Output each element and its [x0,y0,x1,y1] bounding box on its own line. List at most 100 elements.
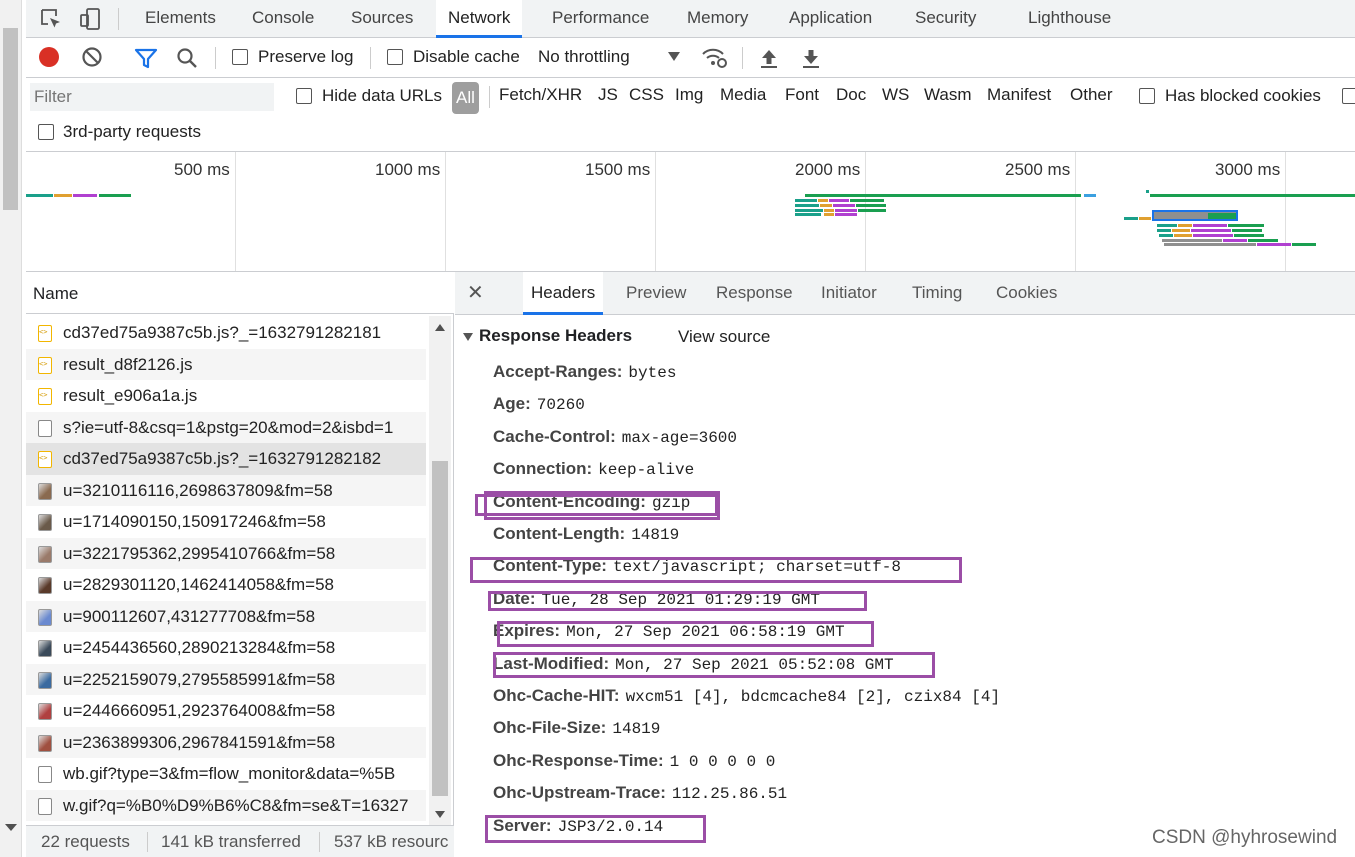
request-row[interactable]: cd37ed75a9387c5b.js?_=1632791282181 [26,317,426,349]
device-toolbar-icon[interactable] [78,6,104,32]
request-row[interactable]: s?ie=utf-8&csq=1&pstg=20&mod=2&isbd=1 [26,411,426,443]
request-row[interactable]: u=2454436560,2890213284&fm=58 [26,632,426,664]
request-row[interactable]: u=900112607,431277708&fm=58 [26,600,426,632]
filter-type-other[interactable]: Other [1070,85,1113,105]
page-scrollbar-thumb[interactable] [3,28,18,210]
scroll-up-arrow[interactable] [435,324,445,331]
request-row[interactable]: wb.gif?type=3&fm=flow_monitor&data=%5B [26,758,426,790]
close-icon[interactable]: ✕ [467,280,484,305]
response-header-row: Accept-Ranges: bytes [493,362,676,394]
request-row[interactable]: w.gif?q=%B0%D9%B6%C8&fm=se&T=16327 [26,789,426,821]
script-file-icon [38,356,52,374]
search-icon[interactable] [176,47,198,69]
header-name: Cache-Control: [493,426,616,446]
script-file-icon [38,388,52,405]
tab-application[interactable]: Application [777,0,884,38]
tab-performance[interactable]: Performance [540,0,661,38]
tick-label: 3000 ms [1215,160,1281,179]
filter-icon[interactable] [134,47,158,69]
hide-data-urls-checkbox[interactable] [296,88,312,104]
filter-type-css[interactable]: CSS [629,85,664,105]
highlight-annotation-box [475,494,718,516]
has-blocked-cookies-checkbox[interactable] [1139,88,1155,104]
header-value: 14819 [612,720,661,739]
request-row[interactable]: u=3210116116,2698637809&fm=58 [26,474,426,506]
tab-network[interactable]: Network [436,0,523,38]
filter-type-font[interactable]: Font [785,85,819,105]
request-row[interactable]: u=3221795362,2995410766&fm=58 [26,537,426,569]
tab-security[interactable]: Security [903,0,988,38]
request-name: u=1714090150,150917246&fm=58 [63,512,326,531]
watermark: CSDN @hyhrosewind [1152,827,1338,848]
request-row[interactable]: result_d8f2126.js [26,348,426,380]
document-file-icon [38,419,52,437]
tab-console[interactable]: Console [240,0,326,38]
tick-label: 1000 ms [375,160,441,179]
filter-type-manifest[interactable]: Manifest [987,85,1051,105]
response-header-row: Content-Length: 14819 [493,524,679,556]
preserve-log-label[interactable]: Preserve log [258,47,353,67]
request-list-scrollbar[interactable] [429,316,451,826]
header-value: max-age=3600 [621,428,737,447]
network-overview-timeline[interactable]: 500 ms 1000 ms 1500 ms 2000 ms 2500 ms 3… [26,152,1355,272]
header-name: Connection: [493,459,593,479]
scroll-down-arrow[interactable] [435,811,445,818]
filter-type-img[interactable]: Img [675,85,703,105]
request-list-scrollbar-thumb[interactable] [432,461,448,796]
preserve-log-checkbox[interactable] [232,49,248,65]
request-row[interactable]: u=2829301120,1462414058&fm=58 [26,569,426,601]
details-tab-initiator[interactable]: Initiator [813,272,885,315]
hide-data-urls-label[interactable]: Hide data URLs [322,86,442,106]
request-row[interactable]: cd37ed75a9387c5b.js?_=1632791282182 [26,443,426,475]
disable-cache-label[interactable]: Disable cache [413,47,520,67]
record-button[interactable] [38,46,60,68]
name-column-header[interactable]: Name [26,272,454,314]
page-scroll-down-arrow[interactable] [5,824,17,831]
filter-type-doc[interactable]: Doc [836,85,866,105]
filter-type-wasm[interactable]: Wasm [924,85,972,105]
highlight-annotation-box [488,591,867,611]
third-party-label[interactable]: 3rd-party requests [63,122,201,142]
filter-type-all[interactable]: All [452,82,479,114]
response-headers-section-toggle[interactable]: Response Headers [463,326,632,346]
clear-icon[interactable] [81,46,103,68]
filter-type-media[interactable]: Media [720,85,766,105]
image-thumbnail-icon [38,703,52,720]
filter-type-ws[interactable]: WS [882,85,909,105]
request-row[interactable]: u=1714090150,150917246&fm=58 [26,506,426,538]
tick-label: 500 ms [174,160,230,179]
inspect-element-icon[interactable] [38,6,64,32]
throttling-select[interactable]: No throttling [538,47,630,67]
filter-input[interactable] [30,83,274,111]
filter-type-js[interactable]: JS [598,85,618,105]
import-har-icon[interactable] [759,47,779,69]
tab-memory[interactable]: Memory [675,0,760,38]
request-row[interactable]: u=2446660951,2923764008&fm=58 [26,695,426,727]
request-row[interactable]: u=2252159079,2795585991&fm=58 [26,663,426,695]
tab-sources[interactable]: Sources [339,0,425,38]
network-conditions-icon[interactable] [701,46,729,70]
blocked-requests-checkbox[interactable] [1342,88,1355,104]
throttling-dropdown-arrow-icon[interactable] [668,52,680,62]
disable-cache-checkbox[interactable] [387,49,403,65]
export-har-icon[interactable] [801,47,821,69]
filter-type-fetch-xhr[interactable]: Fetch/XHR [499,85,582,105]
details-tab-cookies[interactable]: Cookies [988,272,1065,315]
details-tab-headers[interactable]: Headers [523,272,604,315]
tab-elements[interactable]: Elements [133,0,228,38]
details-tab-response[interactable]: Response [708,272,801,315]
network-toolbar: Preserve log Disable cache No throttling [26,38,1355,78]
document-file-icon [38,766,52,783]
details-tab-timing[interactable]: Timing [904,272,970,315]
page-scrollbar[interactable] [0,0,22,857]
has-blocked-cookies-label[interactable]: Has blocked cookies [1165,86,1321,106]
header-value: 14819 [631,526,680,544]
request-row[interactable]: u=2363899306,2967841591&fm=58 [26,726,426,758]
tabbar-separator [118,8,119,30]
request-row[interactable]: result_e906a1a.js [26,380,426,412]
document-file-icon [38,797,52,815]
third-party-checkbox[interactable] [38,124,54,140]
view-source-link[interactable]: View source [678,327,770,347]
details-tab-preview[interactable]: Preview [618,272,694,315]
tab-lighthouse[interactable]: Lighthouse [1016,0,1123,38]
